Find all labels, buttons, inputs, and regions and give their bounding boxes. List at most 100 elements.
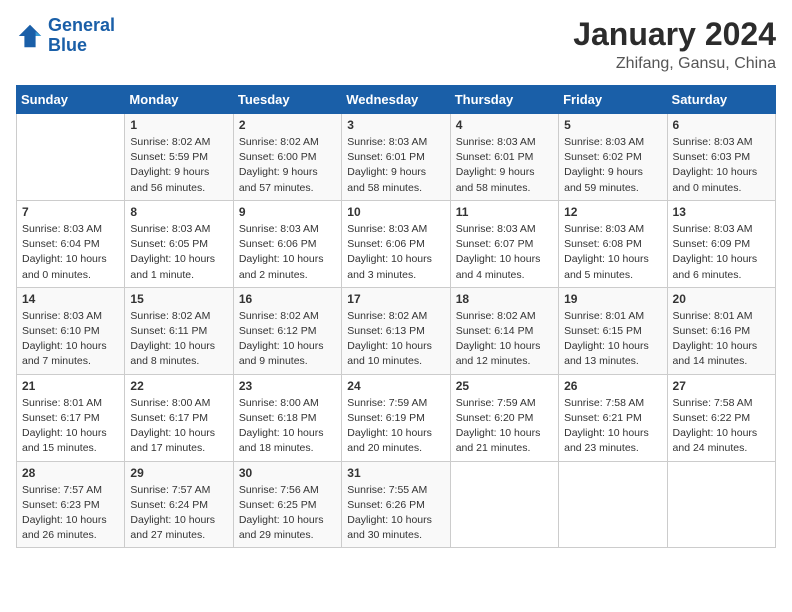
calendar-cell: 10 Sunrise: 8:03 AMSunset: 6:06 PMDayligh… [342, 200, 450, 287]
calendar-cell: 14 Sunrise: 8:03 AMSunset: 6:10 PMDayligh… [17, 287, 125, 374]
day-header-tuesday: Tuesday [233, 86, 341, 114]
day-number: 31 [347, 466, 444, 480]
day-info: Sunrise: 8:03 AMSunset: 6:01 PMDaylight:… [456, 135, 553, 196]
logo-line1: General [48, 15, 115, 35]
logo: General Blue [16, 16, 115, 56]
calendar-cell: 24 Sunrise: 7:59 AMSunset: 6:19 PMDayligh… [342, 374, 450, 461]
calendar-cell: 13 Sunrise: 8:03 AMSunset: 6:09 PMDayligh… [667, 200, 775, 287]
day-number: 19 [564, 292, 661, 306]
calendar-cell: 23 Sunrise: 8:00 AMSunset: 6:18 PMDayligh… [233, 374, 341, 461]
calendar-cell: 29Sunrise: 7:57 AMSunset: 6:24 PMDayligh… [125, 461, 233, 548]
day-info: Sunrise: 8:02 AMSunset: 6:13 PMDaylight:… [347, 309, 444, 370]
calendar-cell: 6 Sunrise: 8:03 AMSunset: 6:03 PMDaylight… [667, 114, 775, 201]
day-header-saturday: Saturday [667, 86, 775, 114]
day-info: Sunrise: 8:03 AMSunset: 6:01 PMDaylight:… [347, 135, 444, 196]
calendar-cell: 22 Sunrise: 8:00 AMSunset: 6:17 PMDayligh… [125, 374, 233, 461]
calendar-cell: 16 Sunrise: 8:02 AMSunset: 6:12 PMDayligh… [233, 287, 341, 374]
day-number: 28 [22, 466, 119, 480]
day-number: 18 [456, 292, 553, 306]
day-info: Sunrise: 8:02 AMSunset: 6:12 PMDaylight:… [239, 309, 336, 370]
day-info: Sunrise: 7:59 AMSunset: 6:20 PMDaylight:… [456, 396, 553, 457]
day-info: Sunrise: 7:56 AMSunset: 6:25 PMDaylight:… [239, 483, 336, 544]
calendar-cell: 11 Sunrise: 8:03 AMSunset: 6:07 PMDayligh… [450, 200, 558, 287]
day-info: Sunrise: 7:57 AMSunset: 6:23 PMDaylight:… [22, 483, 119, 544]
day-info: Sunrise: 8:03 AMSunset: 6:06 PMDaylight:… [347, 222, 444, 283]
day-info: Sunrise: 8:03 AMSunset: 6:08 PMDaylight:… [564, 222, 661, 283]
calendar-cell: 31 Sunrise: 7:55 AMSunset: 6:26 PMDayligh… [342, 461, 450, 548]
calendar-cell [559, 461, 667, 548]
day-number: 30 [239, 466, 336, 480]
calendar-table: SundayMondayTuesdayWednesdayThursdayFrid… [16, 85, 776, 548]
week-row-2: 7Sunrise: 8:03 AMSunset: 6:04 PMDaylight… [17, 200, 776, 287]
day-number: 22 [130, 379, 227, 393]
day-info: Sunrise: 8:01 AMSunset: 6:15 PMDaylight:… [564, 309, 661, 370]
day-info: Sunrise: 8:02 AMSunset: 6:14 PMDaylight:… [456, 309, 553, 370]
week-row-3: 14 Sunrise: 8:03 AMSunset: 6:10 PMDayligh… [17, 287, 776, 374]
day-number: 14 [22, 292, 119, 306]
day-number: 7 [22, 205, 119, 219]
calendar-cell: 3 Sunrise: 8:03 AMSunset: 6:01 PMDaylight… [342, 114, 450, 201]
calendar-cell: 25 Sunrise: 7:59 AMSunset: 6:20 PMDayligh… [450, 374, 558, 461]
day-info: Sunrise: 8:03 AMSunset: 6:10 PMDaylight:… [22, 309, 119, 370]
page-header: General Blue January 2024 Zhifang, Gansu… [16, 16, 776, 73]
logo-line2: Blue [48, 35, 87, 55]
calendar-cell: 19 Sunrise: 8:01 AMSunset: 6:15 PMDayligh… [559, 287, 667, 374]
day-number: 6 [673, 118, 770, 132]
day-number: 24 [347, 379, 444, 393]
day-number: 2 [239, 118, 336, 132]
calendar-cell: 9Sunrise: 8:03 AMSunset: 6:06 PMDaylight… [233, 200, 341, 287]
day-info: Sunrise: 8:03 AMSunset: 6:09 PMDaylight:… [673, 222, 770, 283]
calendar-title: January 2024 [573, 16, 776, 53]
calendar-cell: 17Sunrise: 8:02 AMSunset: 6:13 PMDayligh… [342, 287, 450, 374]
day-info: Sunrise: 8:03 AMSunset: 6:03 PMDaylight:… [673, 135, 770, 196]
day-info: Sunrise: 8:02 AMSunset: 5:59 PMDaylight:… [130, 135, 227, 196]
day-number: 13 [673, 205, 770, 219]
week-row-1: 1 Sunrise: 8:02 AMSunset: 5:59 PMDaylight… [17, 114, 776, 201]
day-number: 10 [347, 205, 444, 219]
day-header-thursday: Thursday [450, 86, 558, 114]
day-info: Sunrise: 7:55 AMSunset: 6:26 PMDaylight:… [347, 483, 444, 544]
day-number: 1 [130, 118, 227, 132]
day-number: 15 [130, 292, 227, 306]
day-header-monday: Monday [125, 86, 233, 114]
day-number: 12 [564, 205, 661, 219]
title-block: January 2024 Zhifang, Gansu, China [573, 16, 776, 73]
day-number: 23 [239, 379, 336, 393]
day-header-friday: Friday [559, 86, 667, 114]
week-row-4: 21 Sunrise: 8:01 AMSunset: 6:17 PMDayligh… [17, 374, 776, 461]
day-info: Sunrise: 7:58 AMSunset: 6:22 PMDaylight:… [673, 396, 770, 457]
calendar-cell [667, 461, 775, 548]
calendar-cell: 18 Sunrise: 8:02 AMSunset: 6:14 PMDayligh… [450, 287, 558, 374]
day-info: Sunrise: 8:00 AMSunset: 6:18 PMDaylight:… [239, 396, 336, 457]
calendar-cell: 20 Sunrise: 8:01 AMSunset: 6:16 PMDayligh… [667, 287, 775, 374]
day-number: 20 [673, 292, 770, 306]
day-number: 21 [22, 379, 119, 393]
day-number: 16 [239, 292, 336, 306]
day-info: Sunrise: 8:01 AMSunset: 6:17 PMDaylight:… [22, 396, 119, 457]
calendar-cell: 4 Sunrise: 8:03 AMSunset: 6:01 PMDaylight… [450, 114, 558, 201]
calendar-cell: 8Sunrise: 8:03 AMSunset: 6:05 PMDaylight… [125, 200, 233, 287]
calendar-cell: 27Sunrise: 7:58 AMSunset: 6:22 PMDayligh… [667, 374, 775, 461]
day-number: 26 [564, 379, 661, 393]
day-info: Sunrise: 8:00 AMSunset: 6:17 PMDaylight:… [130, 396, 227, 457]
calendar-cell [17, 114, 125, 201]
week-row-5: 28 Sunrise: 7:57 AMSunset: 6:23 PMDayligh… [17, 461, 776, 548]
calendar-subtitle: Zhifang, Gansu, China [573, 55, 776, 73]
day-number: 29 [130, 466, 227, 480]
day-number: 11 [456, 205, 553, 219]
day-info: Sunrise: 7:59 AMSunset: 6:19 PMDaylight:… [347, 396, 444, 457]
day-number: 9 [239, 205, 336, 219]
day-number: 5 [564, 118, 661, 132]
day-number: 25 [456, 379, 553, 393]
calendar-cell [450, 461, 558, 548]
day-number: 4 [456, 118, 553, 132]
day-info: Sunrise: 8:02 AMSunset: 6:11 PMDaylight:… [130, 309, 227, 370]
logo-icon [16, 22, 44, 50]
day-info: Sunrise: 8:01 AMSunset: 6:16 PMDaylight:… [673, 309, 770, 370]
day-header-sunday: Sunday [17, 86, 125, 114]
calendar-cell: 5Sunrise: 8:03 AMSunset: 6:02 PMDaylight… [559, 114, 667, 201]
day-info: Sunrise: 8:03 AMSunset: 6:07 PMDaylight:… [456, 222, 553, 283]
day-number: 3 [347, 118, 444, 132]
day-info: Sunrise: 8:02 AMSunset: 6:00 PMDaylight:… [239, 135, 336, 196]
calendar-cell: 12 Sunrise: 8:03 AMSunset: 6:08 PMDayligh… [559, 200, 667, 287]
